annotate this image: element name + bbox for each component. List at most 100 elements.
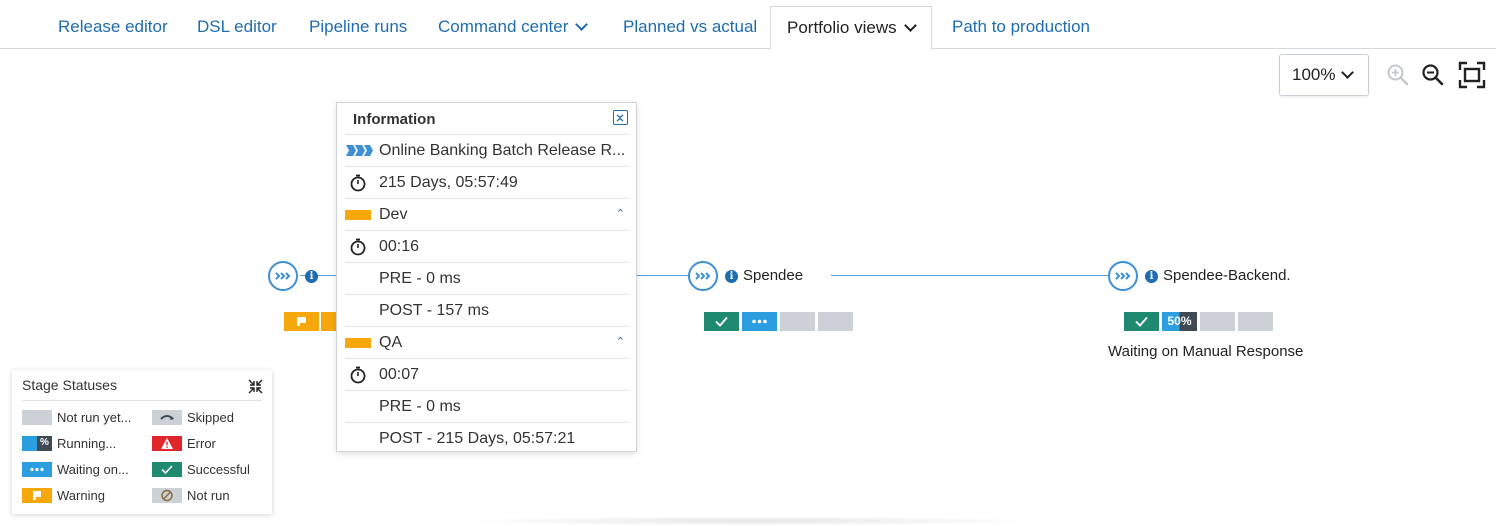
stage-duration: 00:16 — [379, 238, 420, 255]
legend-label: Warning — [57, 488, 105, 503]
legend-label: Successful — [187, 462, 250, 477]
stage-not-run-yet[interactable] — [1238, 312, 1273, 331]
tab-label: Path to production — [952, 17, 1090, 36]
tab-bar: Release editor DSL editor Pipeline runs … — [0, 0, 1496, 50]
stage-duration: 00:07 — [379, 366, 420, 383]
legend-label: Not run yet... — [57, 410, 132, 425]
popup-row-pre: PRE - 0 ms — [345, 390, 629, 422]
popup-title: Information — [353, 111, 436, 128]
pipeline-node-spendee-backend[interactable] — [1108, 261, 1138, 291]
check-icon — [1135, 316, 1148, 327]
swatch-not-run — [152, 488, 182, 503]
tab-portfolio-views[interactable]: Portfolio views — [770, 6, 932, 50]
connector-line — [637, 275, 689, 276]
swatch-not-run-yet — [22, 410, 52, 425]
stage-name: Dev — [379, 206, 408, 223]
popup-row-post: POST - 157 ms — [345, 294, 629, 326]
ellipsis-icon — [30, 467, 44, 472]
check-icon — [161, 465, 173, 475]
chevron-down-icon — [575, 18, 589, 31]
tab-label: Planned vs actual — [623, 17, 758, 36]
stage-running[interactable]: 50% — [1162, 312, 1197, 331]
flag-icon — [297, 317, 306, 326]
node-status-message: Waiting on Manual Response — [1108, 343, 1304, 360]
stage-status-legend: Stage Statuses Not run yet... Skipped % … — [12, 370, 272, 514]
pipeline-icon — [275, 272, 291, 280]
release-name: Online Banking Batch Release R... — [379, 142, 626, 159]
flag-icon — [33, 491, 41, 500]
stage-warning[interactable] — [321, 312, 336, 331]
tab-release-editor[interactable]: Release editor — [58, 6, 168, 48]
swatch-warning — [22, 488, 52, 503]
prohibited-icon — [161, 489, 173, 502]
ellipsis-icon — [752, 319, 767, 324]
fit-to-screen-icon[interactable] — [1458, 61, 1486, 89]
stage-status-swatch — [345, 338, 371, 348]
collapse-icon[interactable] — [613, 110, 628, 125]
popup-row-stage-dev[interactable]: Dev ⌃ — [345, 198, 629, 230]
tab-label: Release editor — [58, 17, 168, 36]
stopwatch-icon — [350, 238, 366, 256]
stage-not-run-yet[interactable] — [1200, 312, 1235, 331]
legend-label: Waiting on... — [57, 462, 129, 477]
legend-title: Stage Statuses — [22, 377, 117, 393]
expand-icon[interactable]: ⌃ — [616, 199, 625, 230]
node-label: Spendee — [743, 267, 804, 284]
tab-planned-vs-actual[interactable]: Planned vs actual — [623, 6, 757, 48]
duration-value: 215 Days, 05:57:49 — [379, 174, 518, 191]
stage-not-run-yet[interactable] — [780, 312, 815, 331]
pipeline-icon — [695, 272, 711, 280]
stage-waiting[interactable] — [742, 312, 777, 331]
stage-not-run-yet[interactable] — [818, 312, 853, 331]
stage-name: QA — [379, 334, 403, 351]
tab-path-to-production[interactable]: Path to production — [952, 6, 1090, 48]
legend-label: Skipped — [187, 410, 234, 425]
skip-icon — [160, 415, 174, 420]
stage-status-swatch — [345, 210, 371, 220]
chevron-down-icon — [903, 19, 917, 32]
popup-row-post: POST - 215 Days, 05:57:21 — [345, 422, 629, 454]
stage-successful[interactable] — [704, 312, 739, 331]
node-label: Spendee-Backend. — [1163, 267, 1291, 284]
zoom-value: 100% — [1292, 65, 1336, 84]
tab-pipeline-runs[interactable]: Pipeline runs — [309, 6, 407, 48]
tab-dsl-editor[interactable]: DSL editor — [197, 6, 277, 48]
pipeline-node-online-banking[interactable] — [268, 261, 298, 291]
info-icon[interactable]: i — [725, 270, 738, 283]
tab-command-center[interactable]: Command center — [438, 6, 589, 48]
swatch-skipped — [152, 410, 182, 425]
expand-icon[interactable]: ⌃ — [616, 327, 625, 358]
swatch-running: % — [22, 436, 52, 451]
popup-row-duration: 215 Days, 05:57:49 — [345, 166, 629, 198]
stopwatch-icon — [350, 174, 366, 192]
pre-time: PRE - 0 ms — [379, 270, 461, 287]
collapse-legend-icon[interactable] — [248, 379, 263, 394]
tab-label: Command center — [438, 17, 569, 36]
popup-row-stage-duration: 00:07 — [345, 358, 629, 390]
post-time: POST - 157 ms — [379, 302, 489, 319]
stopwatch-icon — [350, 366, 366, 384]
legend-label: Running... — [57, 436, 117, 451]
swatch-waiting — [22, 462, 52, 477]
zoom-out-icon[interactable] — [1420, 62, 1446, 88]
percent-icon: % — [40, 437, 49, 448]
zoom-in-icon[interactable] — [1385, 62, 1411, 88]
tab-label: Portfolio views — [787, 18, 897, 37]
pipeline-node-spendee[interactable] — [688, 261, 718, 291]
chevron-down-icon — [1341, 66, 1355, 79]
pre-time: PRE - 0 ms — [379, 398, 461, 415]
pipeline-icon — [1115, 272, 1131, 280]
popup-row-pre: PRE - 0 ms — [345, 262, 629, 294]
zoom-select[interactable]: 100% — [1279, 54, 1369, 96]
check-icon — [715, 316, 728, 327]
info-icon[interactable]: i — [305, 270, 318, 283]
progress-label: 50% — [1167, 314, 1192, 328]
stage-warning[interactable] — [284, 312, 319, 331]
tab-label: Pipeline runs — [309, 17, 408, 36]
info-icon[interactable]: i — [1145, 270, 1158, 283]
popup-row-stage-qa[interactable]: QA ⌃ — [345, 326, 629, 358]
popup-row-stage-duration: 00:16 — [345, 230, 629, 262]
swatch-successful — [152, 462, 182, 477]
stage-successful[interactable] — [1124, 312, 1159, 331]
information-popup: Information Online Banking Batch Release… — [336, 102, 637, 452]
